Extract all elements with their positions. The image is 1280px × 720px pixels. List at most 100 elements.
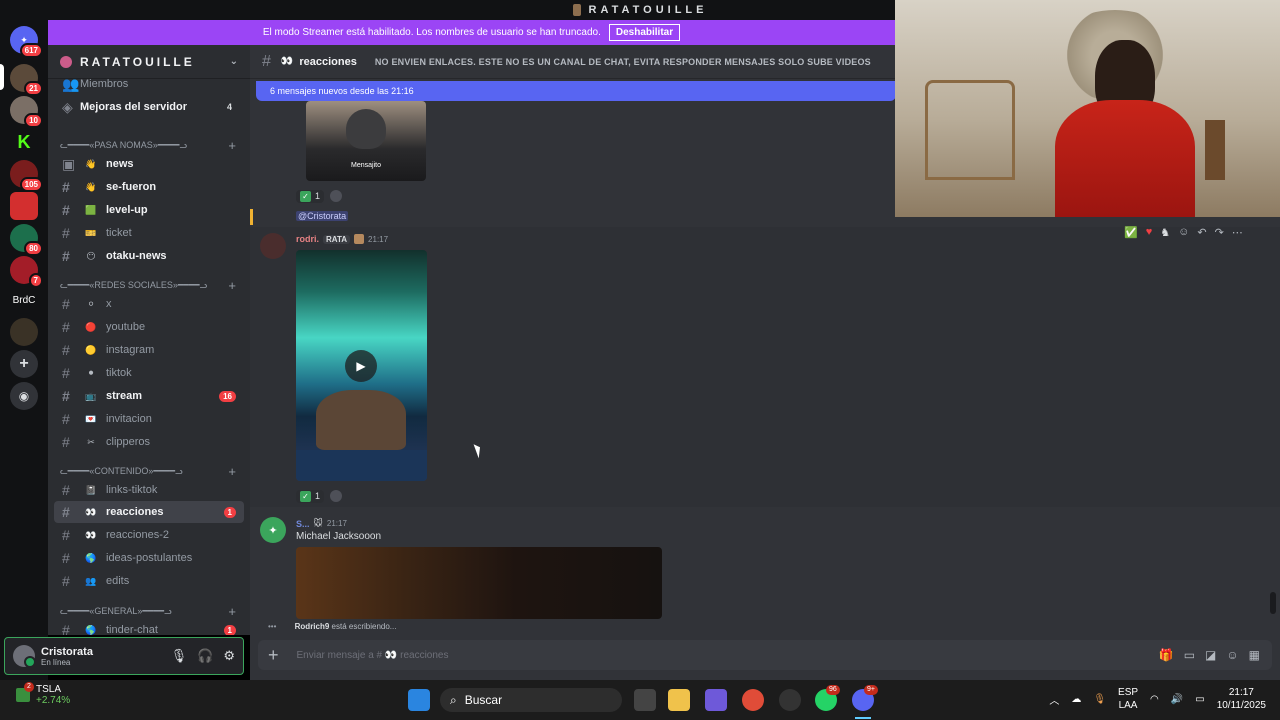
wifi-icon[interactable]: ◠ — [1150, 694, 1159, 705]
desk-band — [296, 450, 427, 481]
cloud-icon[interactable]: ☁ — [1071, 694, 1081, 705]
more-icon[interactable]: ⋯ — [1232, 226, 1243, 239]
batman-figure — [346, 109, 386, 149]
reaction-check[interactable]: ✓ 1 — [296, 189, 325, 203]
sidebar-item-reacciones[interactable]: # 👀 reacciones 1 — [54, 501, 244, 523]
add-channel-icon[interactable]: + — [228, 464, 236, 479]
category-pasa-nomas[interactable]: ᓚ━━━━«PASA NOMAS»━━━━ᓗ + — [54, 137, 244, 153]
sidebar-item-stream[interactable]: # 📺 stream 16 — [54, 385, 244, 407]
microphone-tray-icon[interactable]: 🎙 — [1093, 694, 1106, 705]
reply-icon[interactable]: ↶ — [1197, 226, 1206, 239]
sidebar-item-reacciones-2[interactable]: # 👀 reacciones-2 — [54, 524, 244, 546]
sidebar-item-x[interactable]: # ⚪ x — [54, 293, 244, 315]
message-input[interactable]: Enviar mensaje a # 👀 reacciones — [297, 650, 449, 661]
channel-topic[interactable]: NO ENVIEN ENLACES. ESTE NO ES UN CANAL D… — [375, 57, 871, 67]
stock-chart-icon: 2 — [16, 682, 34, 702]
sidebar-item-ticket[interactable]: # 🎫 ticket — [54, 222, 244, 244]
sidebar-item-links-tiktok[interactable]: # 📓 links-tiktok — [54, 479, 244, 501]
language-indicator[interactable]: ESP LAA — [1118, 686, 1138, 712]
sidebar-item-ideas-postulantes[interactable]: # 🌎 ideas-postulantes — [54, 547, 244, 569]
sidebar-item-level-up[interactable]: # 🟩 level-up — [54, 199, 244, 221]
check-reaction-icon[interactable]: ✅ — [1124, 226, 1138, 239]
sidebar-item-otaku-news[interactable]: # 😶 otaku-news — [54, 245, 244, 267]
sidebar-item-instagram[interactable]: # 🟡 instagram — [54, 339, 244, 361]
stock-widget[interactable]: 2 TSLA +2.74% — [16, 682, 70, 706]
video-thumbnail[interactable]: ▶ — [296, 250, 427, 481]
discord-avatar-icon[interactable]: ✦ — [260, 517, 286, 543]
sidebar-item-tinder-chat[interactable]: # 🌎 tinder-chat 1 — [54, 619, 244, 635]
goat-reaction-icon[interactable]: ♞ — [1160, 226, 1170, 239]
add-reaction-icon[interactable] — [330, 190, 343, 202]
sidebar-item-edits[interactable]: # 👥 edits — [54, 570, 244, 592]
chevron-up-icon[interactable]: ︿ — [1049, 692, 1059, 707]
app-icon[interactable] — [779, 689, 801, 711]
play-icon[interactable]: ▶ — [345, 350, 377, 382]
explore-icon[interactable]: ◉ — [10, 382, 38, 410]
gif-icon[interactable]: ▭ — [1184, 648, 1195, 662]
file-explorer-icon[interactable] — [668, 689, 690, 711]
video-thumbnail[interactable]: Mensajito — [306, 101, 426, 181]
chrome-icon[interactable] — [742, 689, 764, 711]
forward-icon[interactable]: ↷ — [1215, 226, 1224, 239]
add-server-icon[interactable]: + — [10, 350, 38, 378]
emoji-icon[interactable]: ☺ — [1226, 648, 1238, 662]
sidebar-item-clipperos[interactable]: # ✂ clipperos — [54, 431, 244, 453]
gear-icon[interactable]: ⚙ — [223, 648, 235, 664]
link-server-icon[interactable]: 80 — [10, 224, 43, 256]
sidebar-item-boosts[interactable]: ◈ Mejoras del servidor 4 — [54, 96, 244, 118]
author-name[interactable]: rodri. — [296, 234, 319, 244]
chevron-down-icon[interactable]: ⌄ — [230, 56, 238, 67]
sidebar-item-invitacion[interactable]: # 💌 invitacion — [54, 408, 244, 430]
author-name[interactable]: S... — [296, 519, 310, 529]
ratatouille-server-icon[interactable]: 21 — [10, 64, 43, 96]
rat-server-icon[interactable] — [10, 318, 38, 346]
pasa-server-icon[interactable] — [10, 192, 38, 220]
microphone-icon[interactable]: 🎙 — [171, 648, 188, 664]
category-contenido[interactable]: ᓚ━━━━«CONTENIDO»━━━━ᓗ + — [54, 463, 244, 479]
sidebar-item-se-fueron[interactable]: # 👋 se-fueron — [54, 176, 244, 198]
windows-start-icon[interactable] — [408, 689, 430, 711]
clock[interactable]: 21:17 10/11/2025 — [1217, 686, 1266, 712]
new-messages-bar[interactable]: 6 mensajes nuevos desde las 21:16 — [256, 81, 896, 101]
video-thumbnail[interactable] — [296, 547, 662, 619]
chat-scrollbar[interactable] — [1270, 592, 1276, 614]
add-channel-icon[interactable]: + — [228, 604, 236, 619]
user-server-icon[interactable]: 10 — [10, 96, 43, 128]
category-general[interactable]: ᓚ━━━━«GENERAL»━━━━ᓗ + — [54, 603, 244, 619]
reaction-bar: ✓ 1 — [296, 188, 343, 204]
hash-icon: # — [262, 52, 271, 70]
add-channel-icon[interactable]: + — [228, 138, 236, 153]
copilot-icon[interactable] — [705, 689, 727, 711]
battery-icon[interactable]: ▭ — [1195, 694, 1204, 705]
hash-icon: # — [62, 179, 70, 195]
volume-icon[interactable]: 🔊 — [1171, 694, 1183, 705]
add-channel-icon[interactable]: + — [228, 278, 236, 293]
taskbar-search[interactable]: ⌕ Buscar — [440, 688, 622, 712]
sticker-icon[interactable]: ◪ — [1205, 648, 1216, 662]
add-reaction-icon[interactable] — [330, 490, 343, 502]
category-redes-sociales[interactable]: ᓚ━━━━«REDES SOCIALES»━━━━ᓗ + — [54, 277, 244, 293]
sidebar-item-tiktok[interactable]: # ⚫ tiktok — [54, 362, 244, 384]
task-view-icon[interactable] — [634, 689, 656, 711]
red-face-server-icon[interactable]: 7 — [10, 256, 43, 288]
headphones-icon[interactable]: 🎧 — [197, 648, 213, 664]
user-mention[interactable]: @Cristorata — [296, 211, 349, 221]
sidebar-item-news[interactable]: ▣ 👋 news — [54, 153, 244, 175]
brdc-server-icon[interactable]: BrdC — [10, 286, 38, 314]
add-attachment-icon[interactable]: + — [268, 645, 279, 666]
heart-reaction-icon[interactable]: ♥ — [1146, 226, 1153, 238]
disable-streamer-button[interactable]: Deshabilitar — [608, 24, 681, 41]
sidebar-item-members[interactable]: 👥 Miembros — [54, 73, 244, 95]
gift-icon[interactable]: 🎁 — [1159, 648, 1174, 662]
message-composer[interactable]: + Enviar mensaje a # 👀 reacciones 🎁 ▭ ◪ … — [258, 640, 1272, 670]
channel-emoji: ⚫ — [87, 367, 95, 378]
add-reaction-icon[interactable]: ☺ — [1178, 226, 1189, 238]
reaction-check[interactable]: ✓ 1 — [296, 489, 325, 503]
red-server-icon[interactable]: 105 — [10, 160, 43, 192]
apps-icon[interactable]: ▦ — [1249, 648, 1260, 662]
avatar[interactable] — [260, 233, 286, 259]
avatar[interactable] — [13, 645, 36, 668]
kick-server-icon[interactable]: K — [10, 128, 38, 156]
sidebar-item-youtube[interactable]: # 🔴 youtube — [54, 316, 244, 338]
discord-home-icon[interactable]: ✦ 617 — [10, 26, 43, 58]
